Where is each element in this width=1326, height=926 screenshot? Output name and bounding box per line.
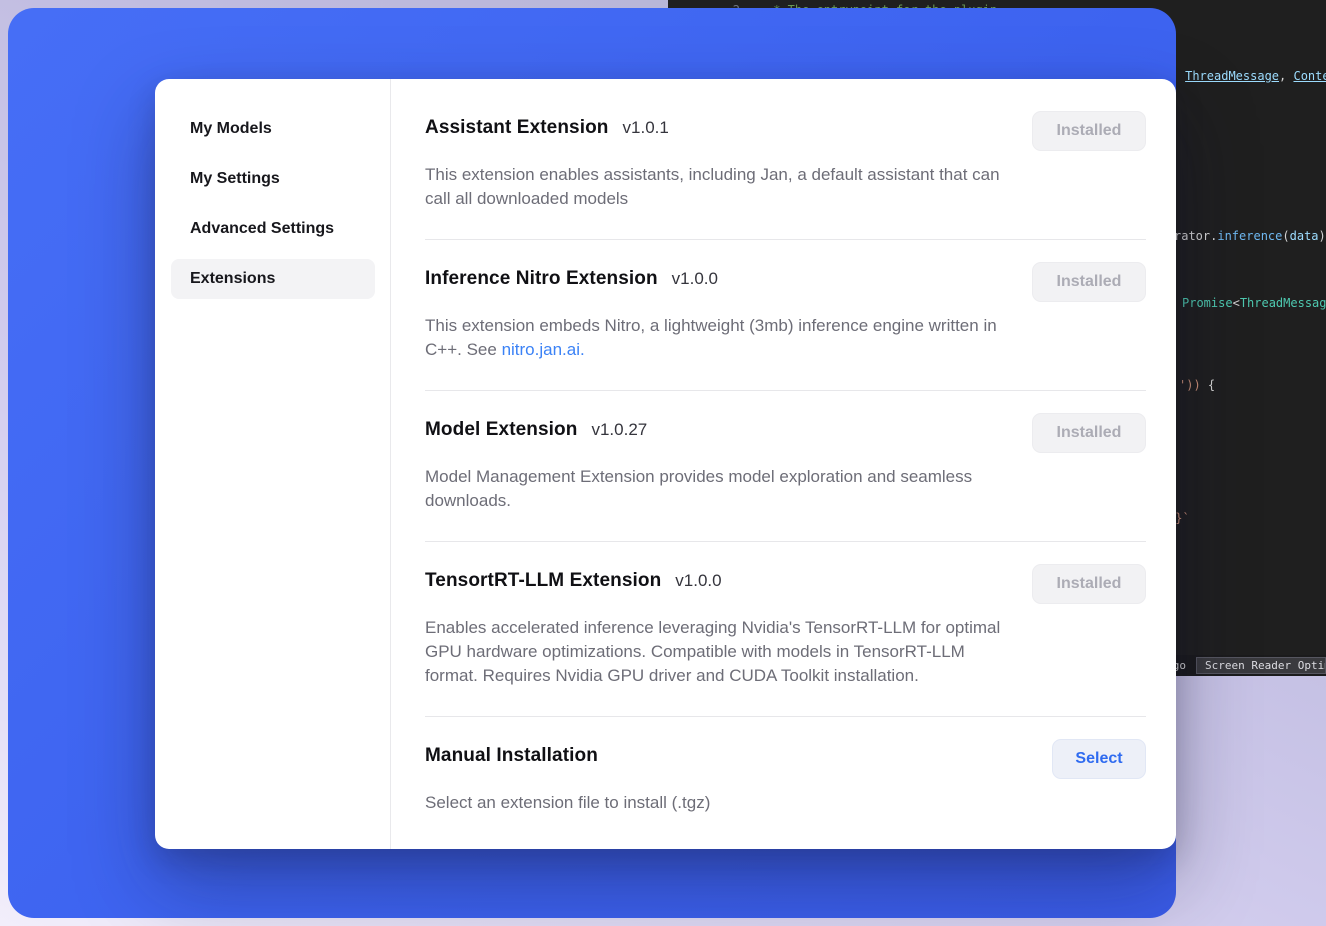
extension-version: v1.0.0 <box>672 269 718 289</box>
extension-name: Assistant Extension <box>425 117 609 139</box>
settings-modal: My Models My Settings Advanced Settings … <box>155 79 1176 849</box>
code-fragment: Promise<ThreadMessage> <box>1182 296 1326 310</box>
sidebar-item-my-settings[interactable]: My Settings <box>171 159 375 199</box>
installed-button[interactable]: Installed <box>1032 262 1146 302</box>
extension-version: v1.0.1 <box>623 118 669 138</box>
manual-installation-title: Manual Installation <box>425 745 598 767</box>
manual-installation-description: Select an extension file to install (.tg… <box>425 791 1005 815</box>
code-fragment: rator.inference(data)); <box>1174 229 1326 243</box>
screen-reader-optimize-notice: Screen Reader Optimize <box>1196 657 1326 674</box>
manual-installation-row: Manual Installation Select Select an ext… <box>425 717 1146 843</box>
sidebar-item-advanced-settings[interactable]: Advanced Settings <box>171 209 375 249</box>
sidebar-item-extensions[interactable]: Extensions <box>171 259 375 299</box>
extension-version: v1.0.0 <box>675 571 721 591</box>
code-fragment: ')) { <box>1179 378 1215 392</box>
extension-name: TensortRT-LLM Extension <box>425 570 661 592</box>
extension-name: Inference Nitro Extension <box>425 268 658 290</box>
sidebar-item-my-models[interactable]: My Models <box>171 109 375 149</box>
settings-sidebar: My Models My Settings Advanced Settings … <box>155 79 391 849</box>
extension-version: v1.0.27 <box>591 420 647 440</box>
installed-button[interactable]: Installed <box>1032 564 1146 604</box>
extension-row-assistant: Assistant Extension v1.0.1 Installed Thi… <box>425 103 1146 240</box>
select-file-button[interactable]: Select <box>1052 739 1146 779</box>
extension-description: This extension enables assistants, inclu… <box>425 163 1005 211</box>
installed-button[interactable]: Installed <box>1032 413 1146 453</box>
extension-row-tensorrt-llm: TensortRT-LLM Extension v1.0.0 Installed… <box>425 542 1146 717</box>
extensions-panel: Assistant Extension v1.0.1 Installed Thi… <box>391 79 1176 849</box>
extension-row-inference-nitro: Inference Nitro Extension v1.0.0 Install… <box>425 240 1146 391</box>
extension-description: This extension embeds Nitro, a lightweig… <box>425 314 1005 362</box>
extension-name: Model Extension <box>425 419 577 441</box>
nitro-jan-ai-link[interactable]: nitro.jan.ai. <box>502 340 585 359</box>
installed-button[interactable]: Installed <box>1032 111 1146 151</box>
extension-row-model: Model Extension v1.0.27 Installed Model … <box>425 391 1146 542</box>
extension-description: Enables accelerated inference leveraging… <box>425 616 1005 688</box>
extension-description: Model Management Extension provides mode… <box>425 465 1005 513</box>
